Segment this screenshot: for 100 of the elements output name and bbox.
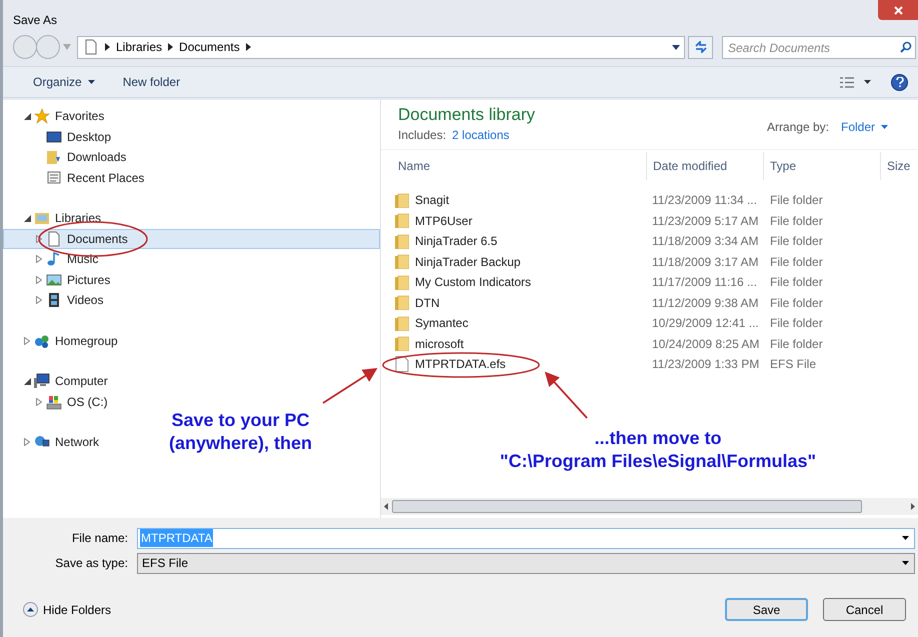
new-folder-button[interactable]: New folder	[112, 70, 190, 94]
file-row[interactable]: MTP6User 11/23/2009 5:17 AM File folder	[381, 210, 918, 231]
file-name: Snagit	[415, 192, 450, 210]
address-bar[interactable]: Libraries Documents	[77, 36, 685, 58]
arrange-by-dropdown[interactable]: Folder	[840, 118, 888, 136]
nav-item[interactable]: Music	[3, 249, 104, 270]
expand-arrow-icon[interactable]	[36, 276, 42, 284]
file-row[interactable]: Symantec 10/29/2009 12:41 ... File folder	[381, 313, 918, 334]
expand-arrow-icon[interactable]	[24, 336, 30, 345]
breadcrumb-arrow-icon[interactable]	[246, 43, 251, 51]
file-row[interactable]: microsoft 10/24/2009 8:25 AM File folder	[381, 334, 918, 354]
file-name-label: File name:	[70, 530, 129, 547]
recent-places-icon	[46, 170, 62, 186]
nav-item[interactable]: Downloads	[3, 147, 132, 168]
column-header[interactable]: Size	[881, 152, 918, 180]
picture-icon	[46, 272, 62, 288]
file-row[interactable]: NinjaTrader Backup 11/18/2009 3:17 AM File folder	[381, 252, 918, 272]
file-row[interactable]: MTPRTDATA.efs 11/23/2009 1:33 PM EFS File	[381, 354, 918, 374]
library-title: Documents library	[398, 104, 535, 126]
collapse-arrow-icon[interactable]	[24, 112, 31, 120]
library-folder-icon	[34, 210, 50, 226]
expand-arrow-icon[interactable]	[24, 438, 30, 446]
collapse-arrow-icon[interactable]	[24, 378, 31, 385]
hide-folders-button[interactable]: Hide Folders	[23, 600, 112, 618]
file-row[interactable]: DTN 11/12/2009 9:38 AM File folder	[381, 292, 918, 313]
pointer-arrow	[544, 372, 588, 419]
date-modified-cell-text: 11/17/2009 11:16 ...	[651, 274, 758, 292]
search-field[interactable]: Search Documents	[722, 36, 916, 59]
refresh-icon	[694, 41, 708, 53]
nav-item[interactable]: Network	[3, 432, 104, 452]
music-note-icon	[46, 251, 62, 268]
nav-item[interactable]: Computer	[3, 371, 113, 392]
selected-text: MTPRTDATA	[140, 529, 214, 547]
file-row[interactable]: NinjaTrader 6.5 11/18/2009 3:34 AM File folder	[381, 231, 918, 252]
type-cell-text: File folder	[769, 336, 824, 353]
column-header[interactable]: Date modified	[647, 152, 764, 180]
expand-arrow-icon[interactable]	[36, 296, 42, 304]
close-icon	[894, 6, 902, 14]
locations-link[interactable]: 2 locations	[452, 126, 510, 144]
date-modified-cell-text: 11/12/2009 9:38 AM	[651, 294, 760, 312]
dropdown-arrow-icon[interactable]	[672, 44, 680, 50]
drive-icon	[46, 394, 62, 410]
scrollbar-thumb[interactable]	[392, 500, 862, 513]
save-button[interactable]: Save	[725, 598, 808, 621]
type-cell-text: File folder	[769, 254, 824, 271]
nav-item[interactable]: Libraries	[3, 208, 106, 228]
type-cell-text: File folder	[769, 192, 824, 210]
nav-item[interactable]: Videos	[3, 290, 108, 310]
file-name: MTP6User	[415, 212, 472, 230]
breadcrumb-arrow-icon[interactable]	[168, 43, 174, 51]
star-icon	[34, 108, 50, 124]
file-row[interactable]: Snagit 11/23/2009 11:34 ... File folder	[381, 190, 918, 210]
expand-arrow-icon[interactable]	[36, 234, 42, 243]
folder-icon	[395, 295, 409, 310]
desktop-icon	[46, 128, 62, 145]
breadcrumb-item[interactable]: Libraries	[116, 38, 162, 56]
refresh-button[interactable]	[688, 36, 713, 58]
breadcrumb-arrow-icon[interactable]	[105, 43, 110, 51]
nav-item[interactable]: Homegroup	[3, 330, 123, 351]
type-cell-text: File folder	[769, 233, 824, 250]
nav-item[interactable]: Favorites	[3, 106, 110, 126]
dropdown-arrow-icon	[902, 561, 909, 565]
breadcrumb-item[interactable]: Documents	[179, 38, 240, 56]
expand-arrow-icon[interactable]	[36, 255, 42, 264]
dropdown-arrow-icon[interactable]	[902, 536, 909, 540]
organize-menu-button[interactable]: Organize	[23, 70, 105, 94]
type-cell-text: File folder	[769, 274, 824, 292]
caret-icon	[881, 125, 888, 129]
file-name: DTN	[415, 294, 440, 312]
collapse-arrow-icon[interactable]	[24, 214, 31, 222]
window-title: Save As	[13, 12, 58, 29]
close-button[interactable]	[878, 0, 918, 20]
folder-icon	[395, 274, 409, 290]
nav-item[interactable]: Recent Places	[3, 168, 150, 188]
document-icon	[46, 230, 62, 247]
horizontal-scrollbar[interactable]	[381, 498, 918, 515]
column-header[interactable]: Name	[381, 152, 647, 180]
nav-item[interactable]: Desktop	[3, 126, 116, 147]
scroll-left-icon[interactable]	[384, 503, 388, 510]
download-folder-icon	[46, 149, 62, 166]
save-as-type-dropdown[interactable]: EFS File	[137, 552, 915, 574]
caret-icon	[864, 80, 871, 84]
nav-item[interactable]: OS (C:)	[3, 392, 113, 412]
nav-item[interactable]: Documents	[3, 228, 380, 249]
date-modified-cell-text: 10/24/2009 8:25 AM	[651, 336, 760, 353]
file-row[interactable]: My Custom Indicators 11/17/2009 11:16 ... File folder	[381, 272, 918, 292]
film-icon	[46, 292, 62, 308]
annotation-text: Save to your PC (anywhere), then	[168, 409, 314, 455]
collapse-icon	[23, 602, 38, 617]
column-header[interactable]: Type	[764, 152, 881, 180]
type-cell-text: File folder	[769, 212, 824, 230]
file-name: MTPRTDATA.efs	[415, 356, 506, 374]
cancel-button[interactable]: Cancel	[823, 598, 906, 621]
file-name: NinjaTrader 6.5	[415, 233, 498, 250]
scroll-right-icon[interactable]	[911, 503, 915, 510]
help-button[interactable]	[891, 74, 908, 90]
expand-arrow-icon[interactable]	[36, 398, 42, 406]
nav-item[interactable]: Pictures	[3, 270, 116, 290]
date-modified-cell-text: 11/23/2009 11:34 ...	[651, 192, 758, 210]
file-name: NinjaTrader Backup	[415, 254, 521, 271]
